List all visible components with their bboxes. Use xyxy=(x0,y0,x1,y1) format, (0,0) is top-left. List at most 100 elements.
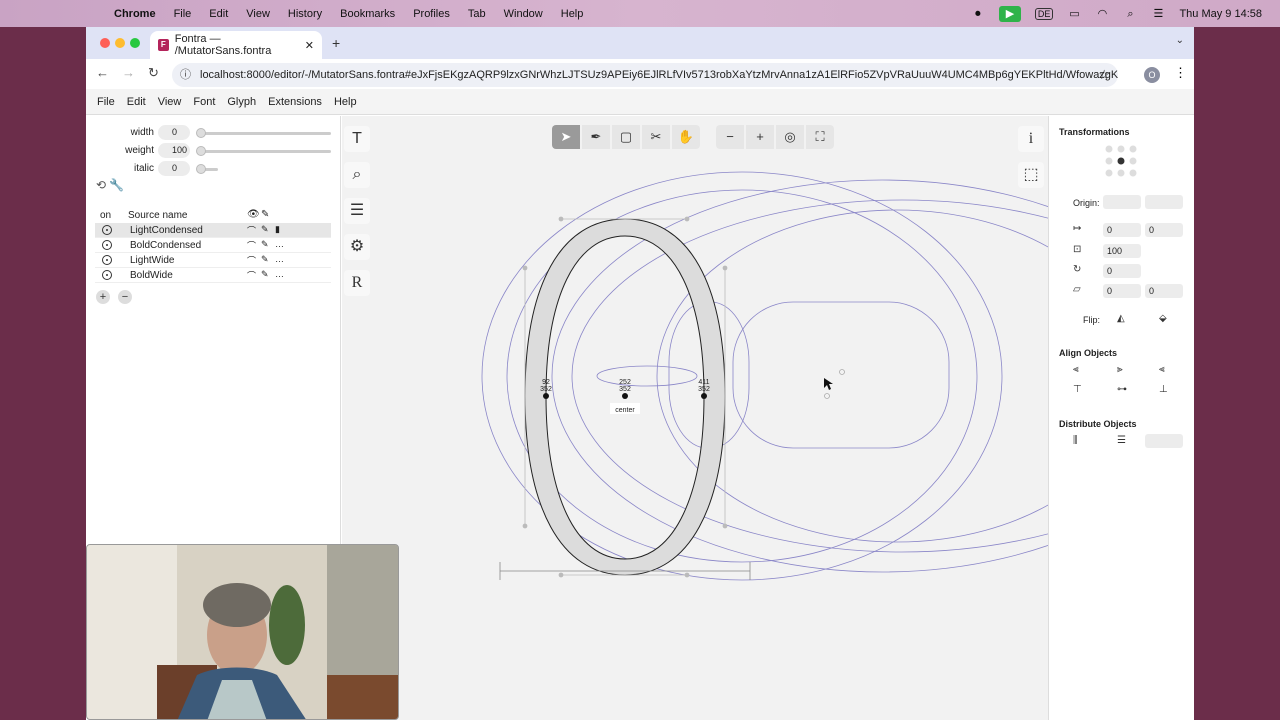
tab-search-chevron-icon[interactable]: ⌄ xyxy=(1176,35,1184,46)
app-menu-help[interactable]: Help xyxy=(334,96,357,108)
text-tool-icon[interactable]: T xyxy=(344,126,370,152)
control-center-icon[interactable]: ☰ xyxy=(1151,8,1165,20)
source-on-toggle[interactable] xyxy=(102,270,112,280)
bookmark-star-icon[interactable]: ☆ xyxy=(1098,63,1110,87)
selected-point[interactable] xyxy=(701,393,707,399)
camera-icon[interactable]: ▶ xyxy=(998,5,1021,22)
shape-tool-icon[interactable]: ▢ xyxy=(612,125,640,149)
edit-pencil-icon[interactable]: ✎ xyxy=(261,224,269,235)
axis-slider-handle[interactable] xyxy=(196,128,206,138)
menubar-clock[interactable]: Thu May 9 14:58 xyxy=(1179,8,1262,20)
source-on-toggle[interactable] xyxy=(102,240,112,250)
reload-icon[interactable]: ↻ xyxy=(148,65,159,81)
axis-value-field[interactable]: 0 xyxy=(158,125,190,140)
menubar-item-profiles[interactable]: Profiles xyxy=(413,8,450,20)
align-bottom-icon[interactable]: ⊥ xyxy=(1159,384,1168,395)
hidden-eye-icon[interactable]: ⌒ xyxy=(247,269,256,282)
menubar-app-name[interactable]: Chrome xyxy=(114,8,156,20)
wifi-icon[interactable]: ◠ xyxy=(1095,8,1109,20)
visibility-eye-icon[interactable]: 👁 xyxy=(247,209,260,220)
skew-y-field[interactable]: 0 xyxy=(1145,284,1183,298)
record-icon[interactable]: ⏺ xyxy=(971,8,985,20)
pen-tool-icon[interactable]: ✒ xyxy=(582,125,610,149)
app-menu-view[interactable]: View xyxy=(158,96,182,108)
new-tab-icon[interactable]: + xyxy=(332,35,340,51)
remove-source-button[interactable]: − xyxy=(118,290,132,304)
menubar-item-edit[interactable]: Edit xyxy=(209,8,228,20)
rotate-field[interactable]: 0 xyxy=(1103,264,1141,278)
glyph-canvas-svg[interactable]: 92 352 252 352 411 352 center xyxy=(342,116,1048,720)
back-icon[interactable]: ← xyxy=(96,65,109,80)
find-glyph-icon[interactable]: ⌕ xyxy=(344,162,370,188)
translate-y-field[interactable]: 0 xyxy=(1145,223,1183,237)
axis-slider-handle[interactable] xyxy=(196,164,206,174)
app-menu-glyph[interactable]: Glyph xyxy=(227,96,256,108)
menubar-item-window[interactable]: Window xyxy=(504,8,543,20)
address-bar[interactable]: ⓘ localhost:8000/editor/-/MutatorSans.fo… xyxy=(172,63,1118,87)
pointer-tool-icon[interactable]: ➤ xyxy=(552,125,580,149)
distribute-vertical-icon[interactable]: ☰ xyxy=(1117,435,1126,446)
reset-axes-icon[interactable]: ⟲ xyxy=(96,178,106,192)
menubar-item-view[interactable]: View xyxy=(246,8,270,20)
zoom-in-icon[interactable]: + xyxy=(746,125,774,149)
forward-icon[interactable]: → xyxy=(122,65,135,80)
fit-view-icon[interactable]: ⛶ xyxy=(806,125,834,149)
wrench-icon[interactable]: 🔧 xyxy=(109,178,124,192)
more-icon[interactable]: … xyxy=(275,254,284,264)
app-menu-font[interactable]: Font xyxy=(193,96,215,108)
add-source-button[interactable]: + xyxy=(96,290,110,304)
axis-value-field[interactable]: 0 xyxy=(158,161,190,176)
hidden-eye-icon[interactable]: ⌒ xyxy=(247,239,256,252)
menubar-item-history[interactable]: History xyxy=(288,8,322,20)
flip-vertical-icon[interactable]: ⬙ xyxy=(1159,313,1167,324)
align-top-icon[interactable]: ⊤ xyxy=(1073,384,1082,395)
app-menu-extensions[interactable]: Extensions xyxy=(268,96,322,108)
align-right-icon[interactable]: ⫷ xyxy=(1159,364,1165,375)
distribute-horizontal-icon[interactable]: ⫼ xyxy=(1073,435,1078,446)
align-left-icon[interactable]: ⫷ xyxy=(1073,364,1079,375)
knife-tool-icon[interactable]: ✂ xyxy=(642,125,670,149)
edit-pencil-icon[interactable]: ✎ xyxy=(261,254,269,265)
browser-tab[interactable]: F Fontra — /MutatorSans.fontra ✕ xyxy=(150,31,322,59)
menubar-item-bookmarks[interactable]: Bookmarks xyxy=(340,8,395,20)
axis-slider-handle[interactable] xyxy=(196,146,206,156)
menubar-item-file[interactable]: File xyxy=(174,8,192,20)
selected-point[interactable] xyxy=(543,393,549,399)
edit-pencil-icon[interactable]: ✎ xyxy=(261,209,269,220)
browser-menu-icon[interactable]: ⋮ xyxy=(1174,65,1187,81)
axis-value-field[interactable]: 100 xyxy=(158,143,190,158)
menubar-item-help[interactable]: Help xyxy=(561,8,584,20)
source-row[interactable]: LightCondensed ⌒ ✎ ▮ xyxy=(95,223,331,238)
transform-selection-icon[interactable]: ⬚ xyxy=(1018,162,1044,188)
origin-grid[interactable] xyxy=(1105,145,1139,179)
edit-pencil-icon[interactable]: ✎ xyxy=(261,269,269,280)
align-middle-icon[interactable]: ⊶ xyxy=(1117,384,1127,395)
axis-slider-track[interactable] xyxy=(198,132,331,135)
zoom-out-icon[interactable]: − xyxy=(716,125,744,149)
origin-y-field[interactable] xyxy=(1145,195,1183,209)
source-on-toggle[interactable] xyxy=(102,225,112,235)
reference-font-icon[interactable]: R xyxy=(344,270,370,296)
align-center-icon[interactable]: ⫸ xyxy=(1117,364,1123,375)
scale-field[interactable]: 100 xyxy=(1103,244,1141,258)
info-icon[interactable]: i xyxy=(1018,126,1044,152)
site-info-icon[interactable]: ⓘ xyxy=(180,63,191,87)
close-window-button[interactable] xyxy=(100,38,110,48)
flip-horizontal-icon[interactable]: ◭ xyxy=(1117,313,1125,324)
skew-x-field[interactable]: 0 xyxy=(1103,284,1141,298)
app-menu-edit[interactable]: Edit xyxy=(127,96,146,108)
hand-tool-icon[interactable]: ✋ xyxy=(672,125,700,149)
zoom-window-button[interactable] xyxy=(130,38,140,48)
more-icon[interactable]: … xyxy=(275,239,284,249)
source-on-toggle[interactable] xyxy=(102,255,112,265)
input-source-indicator[interactable]: DE xyxy=(1034,7,1054,20)
edit-pencil-icon[interactable]: ✎ xyxy=(261,239,269,250)
distribute-spacing-field[interactable] xyxy=(1145,434,1183,448)
status-bars-icon[interactable]: ▮ xyxy=(275,224,280,235)
source-row[interactable]: BoldWide ⌒ ✎ … xyxy=(95,268,331,283)
hidden-eye-icon[interactable]: ⌒ xyxy=(247,224,256,237)
source-row[interactable]: BoldCondensed ⌒ ✎ … xyxy=(95,238,331,253)
axis-slider-track[interactable] xyxy=(198,150,331,153)
translate-x-field[interactable]: 0 xyxy=(1103,223,1141,237)
search-icon[interactable]: ⌕ xyxy=(1123,8,1137,20)
